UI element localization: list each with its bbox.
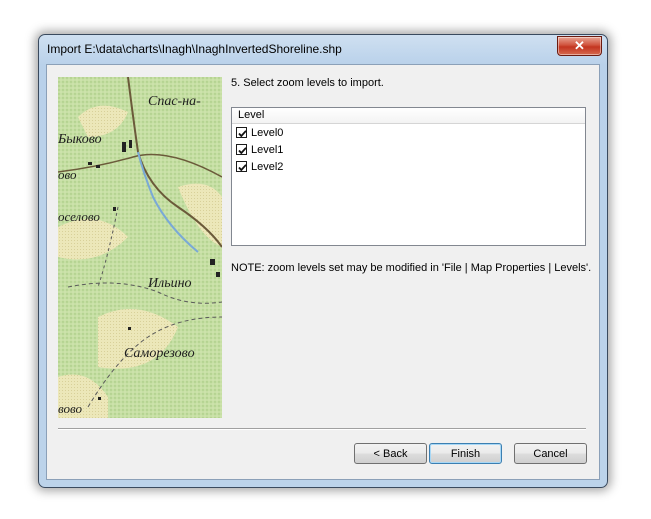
map-preview-image: Спас-на- Быково ово оселово Ильино Самор… [58,77,222,418]
button-separator [58,428,586,430]
level-label: Level2 [251,160,284,173]
level0-checkbox[interactable] [236,127,247,138]
checkmark-icon [238,164,247,172]
import-dialog: Import E:\data\charts\Inagh\InaghInverte… [38,34,608,488]
window-title: Import E:\data\charts\Inagh\InaghInverte… [47,42,342,56]
topographic-map: Спас-на- Быково ово оселово Ильино Самор… [58,77,222,418]
step-title: 5. Select zoom levels to import. [231,77,384,89]
map-label: Спас-на- [148,94,201,109]
map-label: Саморезово [124,346,195,361]
checkmark-icon [238,130,247,138]
map-label: Быково [58,132,102,147]
close-icon: ✕ [574,38,585,53]
list-item[interactable]: Level0 [232,124,585,141]
map-label: вово [58,401,82,416]
back-button[interactable]: < Back [354,443,427,464]
map-label: оселово [58,209,100,224]
finish-button[interactable]: Finish [429,443,502,464]
list-column-header[interactable]: Level [232,108,585,124]
map-label: ово [58,167,77,182]
level-label: Level0 [251,126,284,139]
level1-checkbox[interactable] [236,144,247,155]
level2-checkbox[interactable] [236,161,247,172]
zoom-levels-list[interactable]: Level Level0 Level1 Level2 [231,107,586,246]
list-item[interactable]: Level2 [232,158,585,175]
checkmark-icon [238,147,247,155]
zoom-levels-note: NOTE: zoom levels set may be modified in… [231,262,592,274]
list-item[interactable]: Level1 [232,141,585,158]
cancel-button[interactable]: Cancel [514,443,587,464]
dialog-client-area: Спас-на- Быково ово оселово Ильино Самор… [46,64,600,480]
close-button[interactable]: ✕ [557,36,602,56]
map-label: Ильино [147,276,192,291]
level-label: Level1 [251,143,284,156]
